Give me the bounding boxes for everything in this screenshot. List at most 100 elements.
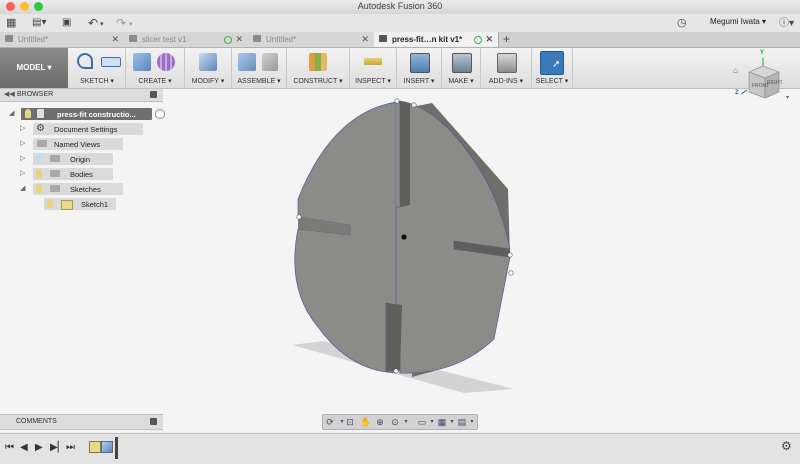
data-panel-grid-icon[interactable]: ▦ xyxy=(6,16,16,30)
comments-toggle-icon[interactable] xyxy=(150,418,157,425)
look-at-icon[interactable]: ⊡ xyxy=(345,417,355,427)
browser-pin-icon[interactable] xyxy=(150,91,157,98)
timeline-sketch-feature-icon[interactable] xyxy=(89,441,101,453)
collapse-arrow-icon[interactable]: ◢ xyxy=(20,184,25,192)
grid-snaps-icon[interactable]: ▦ xyxy=(437,417,447,427)
viewports-icon[interactable]: ▤ xyxy=(457,417,467,427)
expand-arrow-icon[interactable]: ▷ xyxy=(20,169,25,177)
zoom-window-icon[interactable]: ⊙ xyxy=(390,417,400,427)
disc-face-right[interactable] xyxy=(395,100,511,374)
browser-item-origin[interactable]: ▷ Origin xyxy=(20,153,160,165)
construct-group[interactable]: CONSTRUCT ▾ xyxy=(287,48,350,88)
sketch-vertex[interactable] xyxy=(411,102,417,108)
measure-icon[interactable] xyxy=(364,58,382,65)
go-to-end-icon[interactable]: ⏭ xyxy=(66,443,75,453)
modify-menu-label[interactable]: MODIFY ▾ xyxy=(185,77,231,85)
insert-group[interactable]: INSERT ▾ xyxy=(397,48,442,88)
disc-face-left[interactable] xyxy=(294,101,397,374)
browser-item-bodies[interactable]: ▷ Bodies xyxy=(20,168,160,180)
inspect-group[interactable]: INSPECT ▾ xyxy=(350,48,397,88)
sketch-vertex[interactable] xyxy=(394,98,400,104)
insert-menu-label[interactable]: INSERT ▾ xyxy=(397,77,441,85)
expand-arrow-icon[interactable]: ▷ xyxy=(20,124,25,132)
insert-image-icon[interactable] xyxy=(410,53,430,73)
browser-root-node[interactable]: ◢ press-fit constructio... xyxy=(9,108,165,120)
new-component-icon[interactable] xyxy=(238,53,256,71)
tab-slicer-test[interactable]: slicer test v1 ✕ xyxy=(124,32,249,47)
sketch-vertex[interactable] xyxy=(508,270,514,276)
tab-untitled-1[interactable]: Untitled* ✕ xyxy=(0,32,125,47)
sketch-menu-label[interactable]: SKETCH ▾ xyxy=(69,77,125,85)
step-forward-icon[interactable]: ▶▏ xyxy=(50,443,65,453)
orbit-icon[interactable]: ⟳ xyxy=(325,417,335,427)
display-settings-icon[interactable]: ▭ xyxy=(417,417,427,427)
sketch-group[interactable]: SKETCH ▾ xyxy=(69,48,126,88)
workspace-switcher-button[interactable]: MODEL ▾ xyxy=(0,48,68,88)
make-menu-label[interactable]: MAKE ▾ xyxy=(442,77,480,85)
visibility-bulb-icon[interactable] xyxy=(25,109,31,118)
extrude-box-icon[interactable] xyxy=(133,53,151,71)
modify-group[interactable]: MODIFY ▾ xyxy=(185,48,232,88)
undo-dropdown-icon[interactable]: ▾ xyxy=(100,18,104,32)
construct-menu-label[interactable]: CONSTRUCT ▾ xyxy=(287,77,349,85)
add-ins-group[interactable]: ADD-INS ▾ xyxy=(481,48,532,88)
joint-icon[interactable] xyxy=(262,53,278,71)
close-tab-icon[interactable]: ✕ xyxy=(361,34,369,45)
browser-item-named-views[interactable]: ▷ Named Views xyxy=(20,138,160,150)
step-back-icon[interactable]: ◀ xyxy=(20,443,28,453)
assemble-group[interactable]: ASSEMBLE ▾ xyxy=(232,48,287,88)
help-icon[interactable]: ⓘ▾ xyxy=(779,17,794,31)
browser-item-sketches[interactable]: ◢ Sketches xyxy=(20,183,160,195)
inspect-menu-label[interactable]: INSPECT ▾ xyxy=(350,77,396,85)
new-tab-icon[interactable]: + xyxy=(503,32,510,46)
sketch-vertex[interactable] xyxy=(296,214,302,220)
browser-item-sketch1[interactable]: Sketch1 xyxy=(44,198,144,210)
assemble-menu-label[interactable]: ASSEMBLE ▾ xyxy=(232,77,286,85)
create-menu-label[interactable]: CREATE ▾ xyxy=(126,77,184,85)
create-sketch-icon[interactable] xyxy=(77,53,93,69)
redo-dropdown-icon[interactable]: ▾ xyxy=(129,18,133,32)
timeline-extrude-feature-icon[interactable] xyxy=(101,441,113,453)
visibility-bulb-icon[interactable] xyxy=(47,199,53,208)
create-form-icon[interactable] xyxy=(157,53,175,71)
make-group[interactable]: MAKE ▾ xyxy=(442,48,481,88)
collapse-browser-icon[interactable]: ◀◀ xyxy=(4,90,15,98)
close-tab-icon[interactable]: ✕ xyxy=(111,34,119,45)
center-point[interactable] xyxy=(401,234,407,240)
visibility-bulb-icon[interactable] xyxy=(36,169,42,178)
select-menu-label[interactable]: SELECT ▾ xyxy=(532,77,572,85)
sketch-vertex[interactable] xyxy=(393,368,399,374)
sketch-vertex[interactable] xyxy=(507,252,513,258)
pan-hand-icon[interactable]: ✋ xyxy=(360,417,371,427)
save-icon[interactable]: ▣ xyxy=(62,16,71,30)
close-tab-icon[interactable]: ✕ xyxy=(235,34,243,45)
offset-plane-icon[interactable] xyxy=(309,53,327,71)
select-group[interactable]: ➚ SELECT ▾ xyxy=(532,48,573,88)
add-ins-menu-label[interactable]: ADD-INS ▾ xyxy=(481,77,531,85)
select-tool-icon[interactable]: ➚ xyxy=(540,51,564,75)
go-to-start-icon[interactable]: ⏮ xyxy=(5,443,14,453)
visibility-bulb-icon[interactable] xyxy=(36,184,42,193)
file-menu-icon[interactable]: ▤▾ xyxy=(32,16,46,30)
tab-press-fit-kit[interactable]: press-fit…n kit v1* ✕ xyxy=(374,32,499,47)
expand-arrow-icon[interactable]: ▷ xyxy=(20,139,25,147)
grid-dropdown-icon[interactable]: ▾ xyxy=(447,417,457,427)
comments-panel-header[interactable]: COMMENTS xyxy=(0,414,163,430)
canvas-viewport[interactable] xyxy=(164,89,800,414)
play-icon[interactable]: ▶ xyxy=(35,443,43,453)
tab-untitled-2[interactable]: Untitled* ✕ xyxy=(248,32,375,47)
timeline-settings-gear-icon[interactable]: ⚙ xyxy=(781,439,792,453)
redo-icon[interactable]: ↷ xyxy=(116,16,126,30)
user-account-menu[interactable]: Megumi Iwata ▾ xyxy=(710,17,766,26)
scripts-add-ins-icon[interactable] xyxy=(497,53,517,73)
home-view-icon[interactable]: ⌂ xyxy=(733,66,738,75)
zoom-dropdown-icon[interactable]: ▾ xyxy=(401,417,411,427)
collapse-arrow-icon[interactable]: ◢ xyxy=(9,109,14,117)
press-pull-icon[interactable] xyxy=(199,53,217,71)
browser-item-document-settings[interactable]: ▷ ⚙ Document Settings xyxy=(20,123,160,135)
close-tab-icon[interactable]: ✕ xyxy=(485,34,493,45)
job-status-clock-icon[interactable]: ◷ xyxy=(677,16,687,30)
visibility-bulb-icon[interactable] xyxy=(36,154,42,163)
3d-print-icon[interactable] xyxy=(452,53,472,73)
browser-header[interactable]: ◀◀ BROWSER xyxy=(0,89,163,102)
